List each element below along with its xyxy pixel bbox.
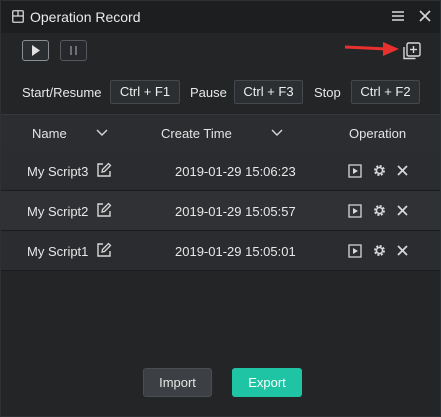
delete-icon[interactable] <box>396 164 409 177</box>
delete-icon[interactable] <box>396 244 409 257</box>
table-row[interactable]: My Script2 2019-01-29 15:05:57 <box>1 191 440 231</box>
annotation-arrow-icon <box>344 42 399 56</box>
pause-button[interactable] <box>60 40 87 61</box>
start-resume-hotkey[interactable]: Ctrl + F1 <box>110 80 180 104</box>
name-column-header: Name <box>32 126 67 141</box>
gear-icon[interactable] <box>372 203 387 218</box>
start-resume-label: Start/Resume <box>22 85 102 100</box>
pause-icon <box>70 46 77 55</box>
run-script-icon[interactable] <box>348 244 362 258</box>
stop-label: Stop <box>314 85 341 100</box>
gear-icon[interactable] <box>372 243 387 258</box>
stop-hotkey[interactable]: Ctrl + F2 <box>351 80 420 104</box>
script-name: My Script3 <box>27 164 89 179</box>
script-name: My Script1 <box>27 244 89 259</box>
import-button[interactable]: Import <box>143 368 212 397</box>
chevron-down-icon[interactable] <box>96 127 108 137</box>
create-time: 2019-01-29 15:05:01 <box>175 244 296 259</box>
edit-icon[interactable] <box>96 202 112 218</box>
run-script-icon[interactable] <box>348 204 362 218</box>
window-title: Operation Record <box>30 9 141 25</box>
add-record-icon[interactable] <box>403 42 421 60</box>
create-time: 2019-01-29 15:05:57 <box>175 204 296 219</box>
edit-icon[interactable] <box>96 162 112 178</box>
play-button[interactable] <box>22 40 49 61</box>
pause-label: Pause <box>190 85 227 100</box>
pause-hotkey[interactable]: Ctrl + F3 <box>234 80 303 104</box>
record-app-icon <box>12 10 24 23</box>
script-name: My Script2 <box>27 204 89 219</box>
records-table: Name Create Time Operation My Script3 20… <box>1 114 440 271</box>
title-bar: Operation Record <box>1 1 440 33</box>
create-time: 2019-01-29 15:06:23 <box>175 164 296 179</box>
menu-icon[interactable] <box>390 8 406 24</box>
run-script-icon[interactable] <box>348 164 362 178</box>
operation-record-window: Operation Record Start/Resume Ctrl + F1 <box>0 0 441 417</box>
table-header: Name Create Time Operation <box>1 114 440 151</box>
table-row[interactable]: My Script1 2019-01-29 15:05:01 <box>1 231 440 271</box>
close-icon[interactable] <box>417 8 433 24</box>
chevron-down-icon[interactable] <box>271 127 283 137</box>
create-time-column-header: Create Time <box>161 126 232 141</box>
play-icon <box>32 45 40 56</box>
delete-icon[interactable] <box>396 204 409 217</box>
export-button[interactable]: Export <box>232 368 302 397</box>
edit-icon[interactable] <box>96 242 112 258</box>
gear-icon[interactable] <box>372 163 387 178</box>
operation-column-header: Operation <box>349 126 407 141</box>
table-row[interactable]: My Script3 2019-01-29 15:06:23 <box>1 151 440 191</box>
